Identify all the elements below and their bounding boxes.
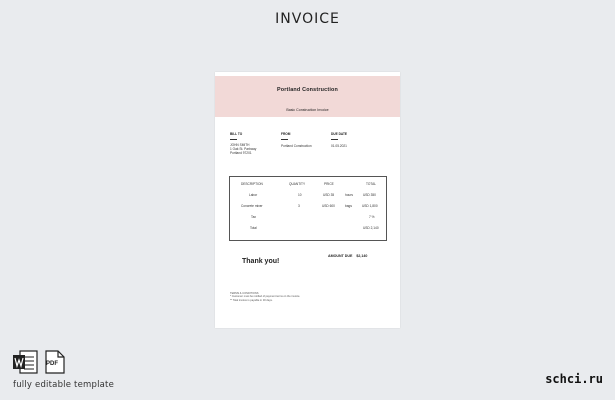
row1-quantity: 10	[298, 193, 302, 197]
amount-due-value: $2,140	[356, 254, 368, 258]
pdf-document-icon: PDF	[44, 350, 65, 374]
amount-due: AMOUNT DUE $2,140	[328, 254, 367, 258]
footer-caption: fully editable template	[13, 380, 115, 390]
row2-unit: bags	[345, 204, 352, 208]
row3-description: Tax	[251, 215, 256, 219]
pdf-badge-label: PDF	[46, 361, 58, 367]
word-document-icon	[13, 350, 38, 374]
thank-you-note: Thank you!	[242, 258, 280, 265]
terms-line-2: ** Total invoice is payable in 30 days.	[230, 298, 273, 302]
row2-description: Concrete mixer	[241, 204, 263, 208]
bill-to-line3: Portland 97201	[230, 150, 252, 155]
invoice-doc-title: Basic Construction Invoice	[286, 108, 329, 112]
page-headline: INVOICE	[275, 11, 340, 27]
row2-quantity: 3	[298, 204, 300, 208]
row3-total: 7 %	[369, 215, 375, 219]
col-quantity-header: QUANTITY	[289, 182, 306, 186]
invoice-page: Portland Construction Basic Construction…	[215, 72, 400, 328]
due-date-label: DUE DATE	[331, 132, 348, 140]
terms-block: TERMS & CONDITIONS * Customer must be no…	[230, 292, 300, 302]
company-name: Portland Construction	[276, 87, 339, 93]
from-name: Portland Construction	[281, 144, 312, 148]
items-table: DESCRIPTION QUANTITY PRICE TOTAL Labor 1…	[229, 176, 387, 241]
bill-to-address: JOHN SMITH 1 Oak St. Parkway Portland 97…	[230, 143, 256, 155]
row1-description: Labor	[249, 193, 258, 197]
row2-price: USD 600	[322, 204, 335, 208]
row1-total: USD 350	[363, 193, 376, 197]
amount-due-label: AMOUNT DUE	[328, 254, 353, 258]
due-date-value: 01.05.2021	[331, 144, 347, 148]
row1-price: USD 35	[323, 193, 335, 197]
site-watermark[interactable]: schci.ru	[545, 372, 603, 386]
col-total-header: TOTAL	[366, 182, 376, 186]
from-label: FROM	[281, 132, 291, 140]
col-price-header: PRICE	[324, 182, 334, 186]
row2-total: USD 1,800	[362, 204, 378, 208]
bill-to-label: BILL TO	[230, 132, 243, 140]
invoice-header-banner: Portland Construction Basic Construction…	[215, 76, 400, 117]
row4-description: Total	[250, 226, 257, 230]
row1-unit: hours	[345, 193, 353, 197]
row4-total: USD 2,140	[363, 226, 379, 230]
col-description-header: DESCRIPTION	[241, 182, 263, 186]
